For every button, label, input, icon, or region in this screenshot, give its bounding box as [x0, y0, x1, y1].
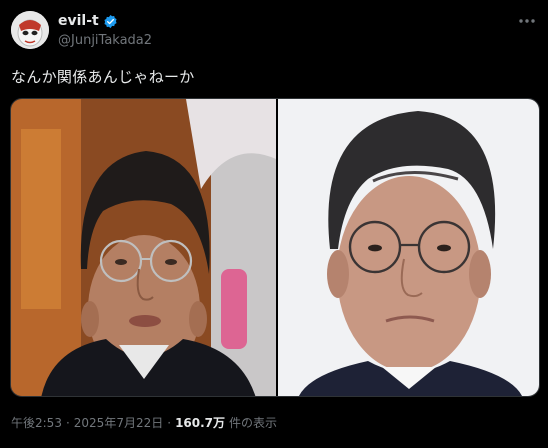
more-options-icon[interactable] — [516, 12, 538, 30]
handle[interactable]: @JunjiTakada2 — [58, 33, 152, 48]
name-row: evil-t — [58, 12, 152, 30]
avatar[interactable] — [11, 11, 49, 49]
view-count: 160.7万 — [175, 416, 226, 430]
photo-man-glasses-studio[interactable] — [11, 99, 276, 396]
photo-man-glasses-white-background[interactable] — [278, 99, 539, 396]
tweet-time[interactable]: 午後2:53 — [11, 414, 62, 431]
tweet: evil-t @JunjiTakada2 なんか関係あんじゃねーか 午後2:53… — [0, 0, 548, 448]
meta-separator: · — [65, 415, 70, 430]
author-block: evil-t @JunjiTakada2 — [58, 12, 152, 48]
tweet-date[interactable]: 2025年7月22日 — [74, 414, 163, 431]
mask-avatar-icon — [11, 11, 49, 49]
display-name[interactable]: evil-t — [58, 13, 99, 29]
tweet-text: なんか関係あんじゃねーか — [11, 68, 195, 86]
tweet-meta: 午後2:53 · 2025年7月22日 · 160.7万 件の表示 — [11, 414, 277, 431]
media-grid[interactable] — [10, 98, 540, 397]
meta-separator: · — [167, 415, 172, 430]
verified-badge-icon — [103, 14, 118, 29]
view-count-label: 件の表示 — [229, 416, 278, 430]
